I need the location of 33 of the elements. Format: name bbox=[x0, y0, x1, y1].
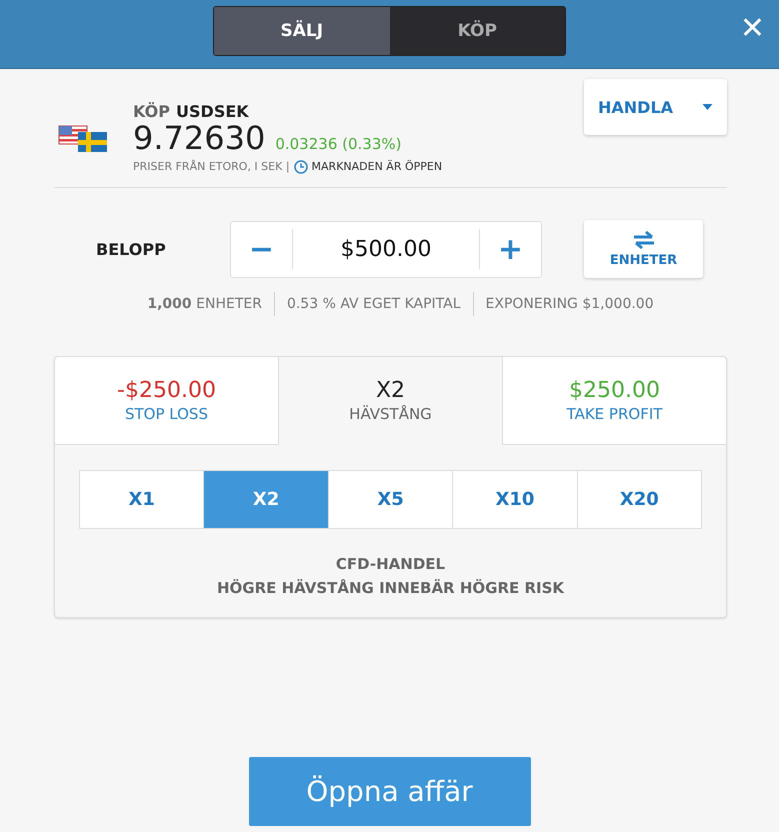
close-button[interactable]: ✕ bbox=[736, 10, 769, 48]
market-status: MARKNADEN ÄR ÖPPEN bbox=[312, 160, 442, 174]
caret-icon bbox=[702, 104, 713, 110]
risk-notice: CFD-HANDEL bbox=[336, 555, 446, 573]
swap-icon bbox=[632, 230, 656, 248]
order-tab[interactable]: $250.00 TAKE PROFIT bbox=[502, 357, 726, 445]
leverage-option[interactable]: X2 bbox=[203, 471, 328, 528]
trade-side-tab[interactable]: KÖP bbox=[390, 7, 565, 55]
trade-side-tab[interactable]: SÄLJ bbox=[214, 7, 390, 55]
leverage-option[interactable]: X5 bbox=[328, 471, 452, 528]
price-source: PRISER FRÅN ETORO, I SEK | bbox=[133, 160, 290, 174]
position-info: EXPONERING $1,000.00 bbox=[486, 296, 654, 312]
open-trade-button[interactable]: Öppna affär bbox=[248, 757, 530, 826]
price-change: 0.03236 (0.33%) bbox=[275, 135, 402, 154]
amount-label: BELOPP bbox=[95, 240, 167, 258]
leverage-option[interactable]: X10 bbox=[452, 471, 577, 528]
position-info: 0.53 % AV EGET KAPITAL bbox=[286, 296, 461, 312]
amount-field[interactable]: − $500.00 + bbox=[230, 220, 542, 278]
instrument-symbol: USDSEK bbox=[176, 102, 249, 122]
plus-button[interactable]: + bbox=[479, 229, 541, 269]
trade-action: KÖP bbox=[133, 102, 170, 122]
risk-notice: HÖGRE HÄVSTÅNG INNEBÄR HÖGRE RISK bbox=[216, 579, 564, 597]
clock-icon bbox=[294, 160, 308, 174]
minus-button[interactable]: − bbox=[231, 229, 293, 269]
units-button[interactable]: ENHETER bbox=[584, 220, 703, 278]
leverage-option[interactable]: X1 bbox=[80, 471, 204, 528]
order-tab[interactable]: X2 HÄVSTÅNG bbox=[278, 357, 502, 445]
trade-menu-button[interactable]: HANDLA bbox=[584, 79, 727, 135]
order-tab[interactable]: -$250.00 STOP LOSS bbox=[55, 357, 278, 445]
position-info: 1,000 ENHETER bbox=[147, 296, 262, 312]
flags-icon bbox=[58, 123, 108, 153]
price: 9.72630 bbox=[133, 121, 266, 157]
leverage-option[interactable]: X20 bbox=[576, 471, 702, 528]
